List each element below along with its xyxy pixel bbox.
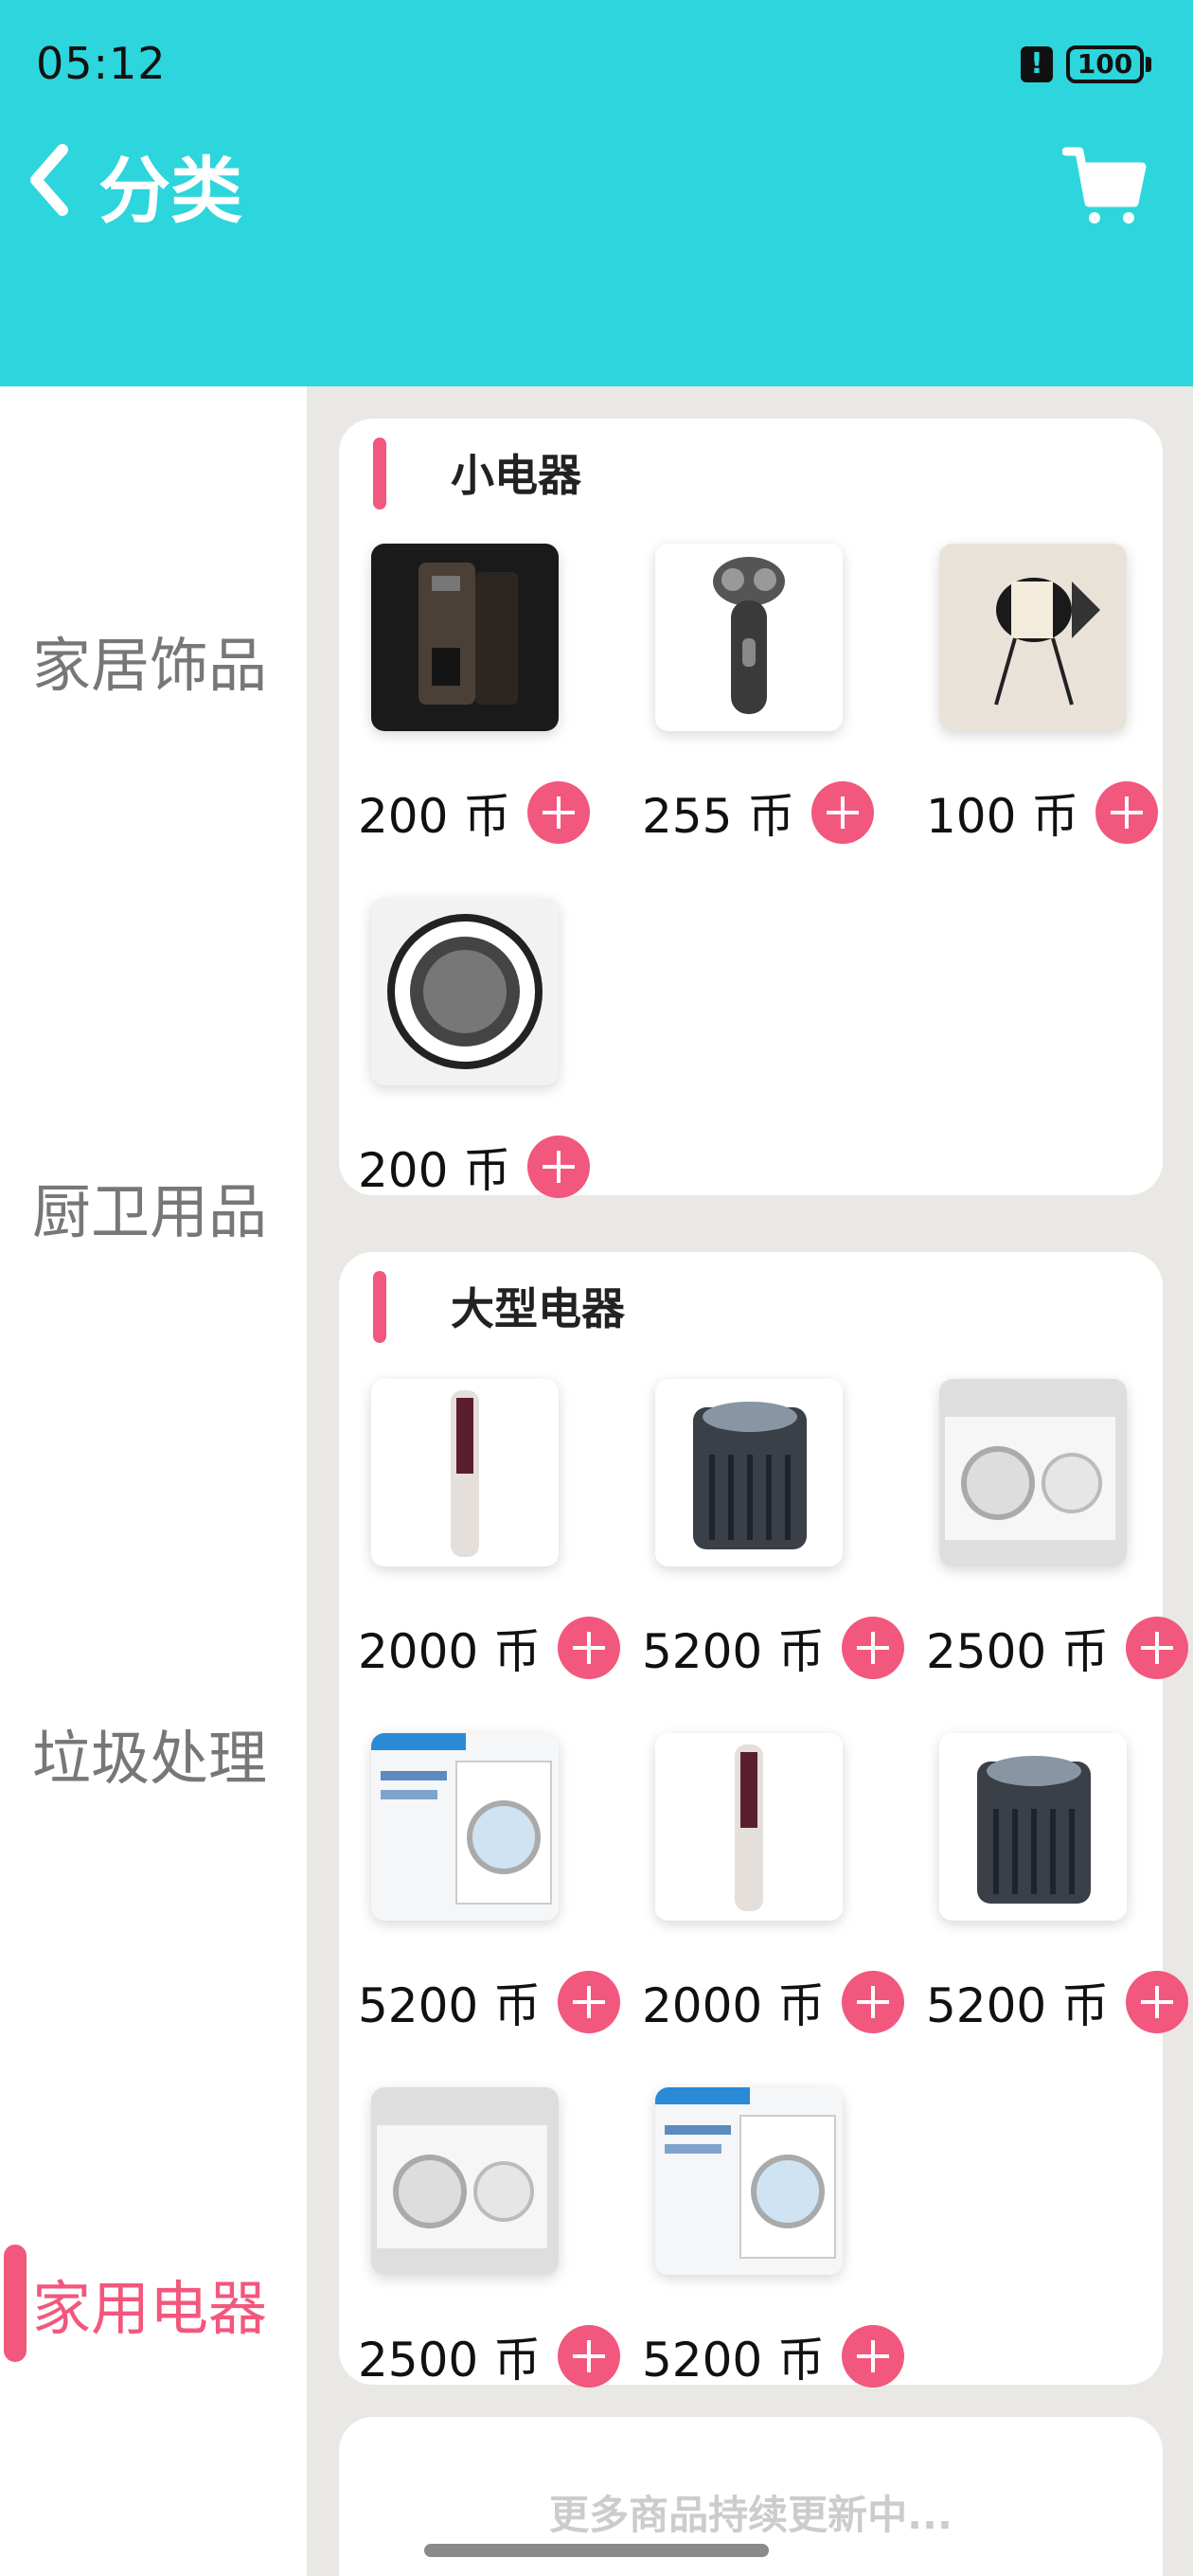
page-title: 分类 [98, 149, 242, 233]
round-speaker-image[interactable] [371, 898, 559, 1085]
add-to-cart-button[interactable] [1126, 1617, 1189, 1679]
add-to-cart-button[interactable] [1095, 781, 1159, 844]
product-card[interactable]: 200 币 [339, 544, 623, 885]
sidebar-item-label: 家居饰品 [32, 631, 268, 700]
sidebar-item-label: 厨卫用品 [32, 1177, 268, 1246]
add-to-cart-button[interactable] [842, 1971, 905, 2033]
section-title: 大型电器 [451, 1283, 625, 1334]
product-card[interactable]: 5200 币 [907, 1733, 1191, 2074]
section-marker [373, 1271, 386, 1343]
status-icons: ! 100 [1021, 45, 1151, 83]
sidebar-item-label: 家用电器 [32, 2274, 268, 2343]
status-time: 05:12 [36, 38, 167, 89]
product-card[interactable]: 2000 币 [339, 1379, 623, 1720]
battery-icon: 100 [1066, 45, 1151, 83]
add-to-cart-button[interactable] [558, 2325, 621, 2388]
alert-icon: ! [1021, 46, 1053, 82]
product-card[interactable]: 5200 币 [623, 1379, 907, 1720]
product-price: 5200 币 [642, 1624, 826, 1679]
product-price: 200 币 [358, 1143, 511, 1198]
product-price: 2500 币 [358, 2333, 542, 2388]
washer-dryer-image[interactable] [939, 1379, 1127, 1566]
product-card[interactable]: 255 币 [623, 544, 907, 885]
sidebar-item-label: 垃圾处理 [32, 1724, 268, 1793]
desk-fan-image[interactable] [939, 544, 1127, 731]
product-card[interactable]: 200 币 [339, 898, 623, 1239]
add-to-cart-button[interactable] [811, 781, 875, 844]
top-header: 05:12 ! 100 分类 [0, 0, 1193, 386]
sidebar-item-appliances[interactable]: 家用电器 [0, 2245, 307, 2362]
electric-shaver-image[interactable] [655, 544, 843, 731]
sidebar-item-waste[interactable]: 垃圾处理 [0, 1694, 307, 1812]
add-to-cart-button[interactable] [527, 1136, 591, 1198]
tower-air-conditioner-image[interactable] [371, 1379, 559, 1566]
product-price: 100 币 [926, 789, 1079, 844]
section-large-appliances: 大型电器 2000 币 5200 币 2500 币 5200 币 2000 币 … [339, 1252, 1189, 2388]
tower-air-conditioner-image[interactable] [655, 1733, 843, 1921]
washer-dryer-image[interactable] [371, 2087, 559, 2275]
section-marker [373, 438, 386, 510]
washing-machine-image[interactable] [655, 2087, 843, 2275]
product-card[interactable]: 2500 币 [339, 2087, 623, 2428]
washing-machine-image[interactable] [371, 1733, 559, 1921]
air-purifier-image[interactable] [939, 1733, 1127, 1921]
product-price: 200 币 [358, 789, 511, 844]
product-card[interactable]: 5200 币 [339, 1733, 623, 2074]
product-price: 5200 币 [358, 1978, 542, 2033]
chevron-left-icon[interactable] [27, 142, 74, 218]
section-title: 小电器 [451, 450, 581, 501]
product-price: 2000 币 [358, 1624, 542, 1679]
product-card[interactable]: 2500 币 [907, 1379, 1191, 1720]
active-indicator [4, 2245, 27, 2362]
battery-level: 100 [1066, 45, 1144, 83]
sidebar-item-home-decor[interactable]: 家居饰品 [0, 601, 307, 719]
add-to-cart-button[interactable] [527, 781, 591, 844]
water-dispenser-image[interactable] [371, 544, 559, 731]
add-to-cart-button[interactable] [558, 1971, 621, 2033]
product-card[interactable]: 5200 币 [623, 2087, 907, 2428]
product-card[interactable]: 2000 币 [623, 1733, 907, 2074]
home-indicator[interactable] [424, 2544, 769, 2557]
air-purifier-image[interactable] [655, 1379, 843, 1566]
add-to-cart-button[interactable] [1126, 1971, 1189, 2033]
product-price: 255 币 [642, 789, 795, 844]
add-to-cart-button[interactable] [842, 1617, 905, 1679]
product-price: 2000 币 [642, 1978, 826, 2033]
product-price: 5200 币 [642, 2333, 826, 2388]
product-card[interactable]: 100 币 [907, 544, 1191, 885]
add-to-cart-button[interactable] [558, 1617, 621, 1679]
section-small-appliances: 小电器 200 币 255 币 100 币 200 币 [339, 419, 1163, 1198]
product-price: 5200 币 [926, 1978, 1110, 2033]
more-products-text: 更多商品持续更新中... [549, 2492, 953, 2538]
category-sidebar: 家居饰品 厨卫用品 垃圾处理 家用电器 [0, 386, 307, 2576]
product-price: 2500 币 [926, 1624, 1110, 1679]
sidebar-item-kitchen-bath[interactable]: 厨卫用品 [0, 1148, 307, 1265]
add-to-cart-button[interactable] [842, 2325, 905, 2388]
cart-icon[interactable] [1062, 142, 1148, 227]
